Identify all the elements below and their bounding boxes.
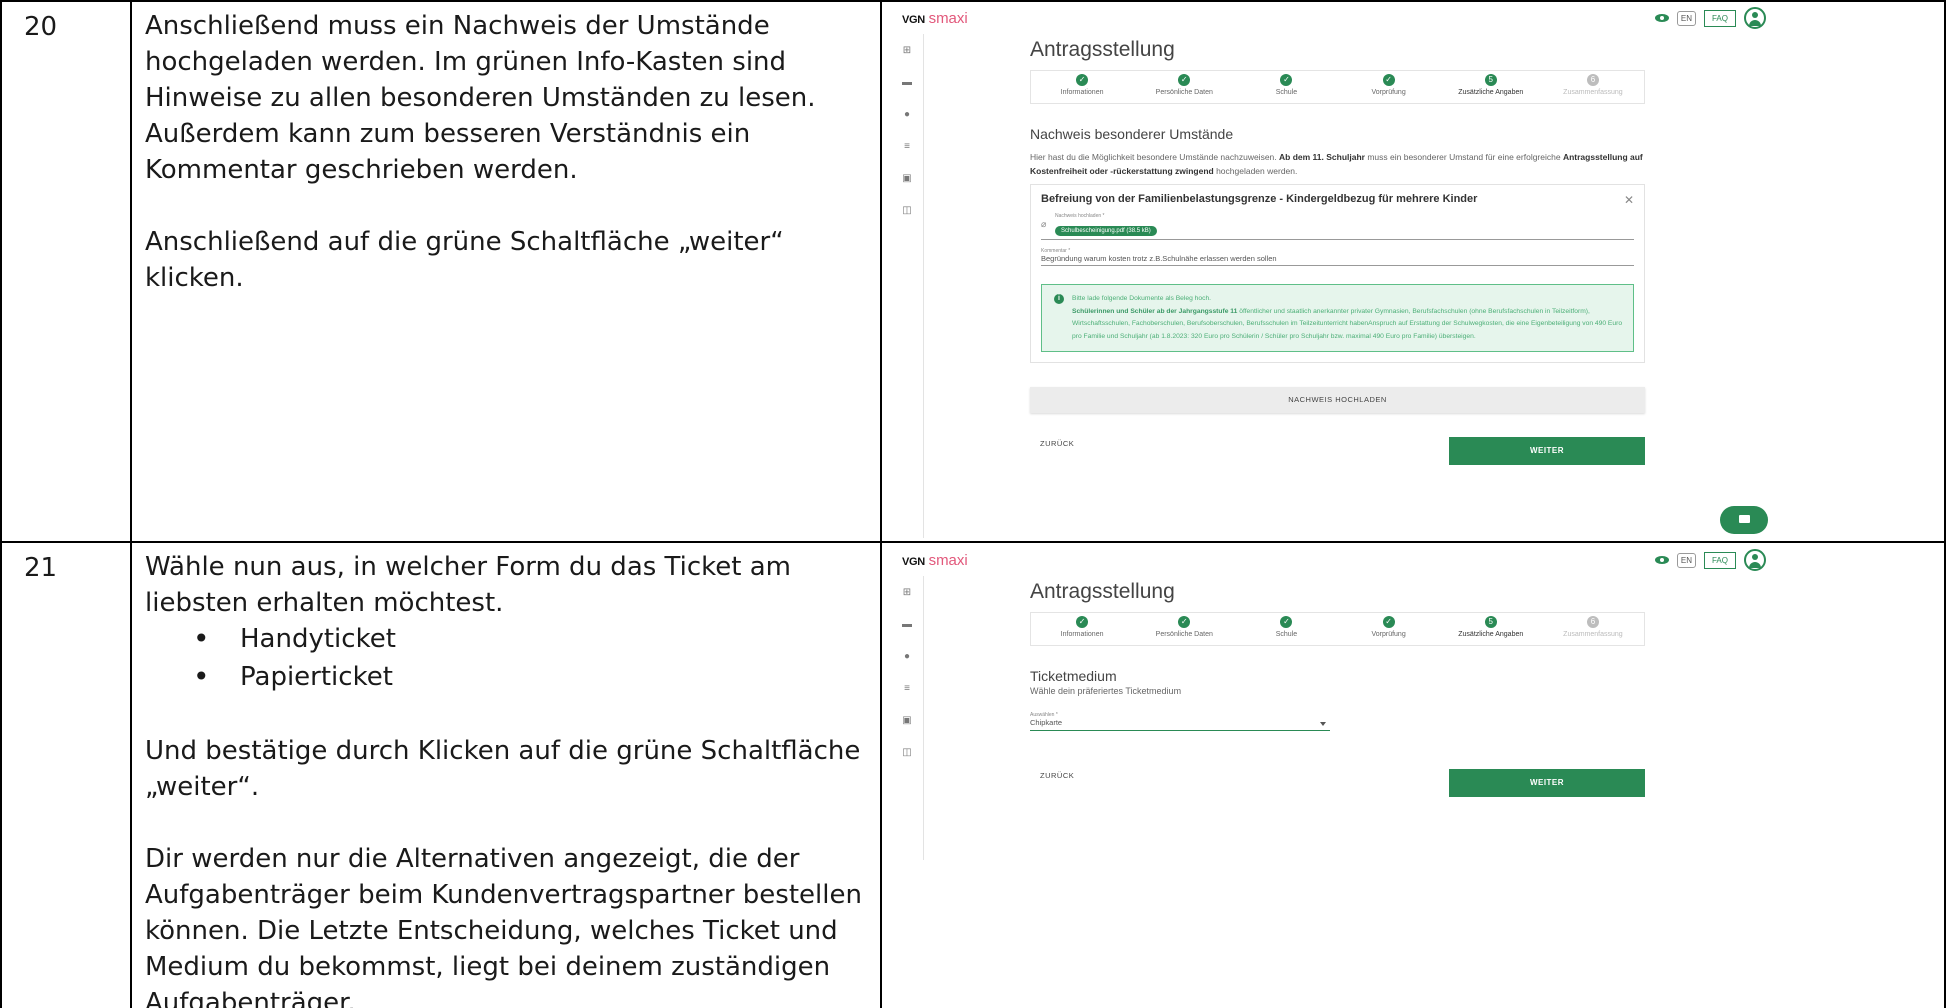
main-content: Antragsstellung ✓ Informationen ✓ Persönli… (1030, 576, 1645, 797)
close-icon[interactable]: ✕ (1624, 193, 1634, 207)
brand-logo: VGN smaxi (902, 552, 968, 569)
ticket-medium-select[interactable]: Auswählen * Chipkarte (1030, 712, 1330, 731)
faq-button[interactable]: FAQ (1703, 9, 1736, 27)
header-actions: EN FAQ (1654, 7, 1766, 29)
chat-icon[interactable]: ◫ (890, 194, 924, 226)
paperclip-icon: ⌀ (1041, 219, 1047, 229)
step-zusaetzliche-angaben[interactable]: 5 Zusätzliche Angaben (1440, 71, 1542, 103)
language-button[interactable]: EN (1676, 552, 1696, 568)
upload-proof-button[interactable]: NACHWEIS HOCHLADEN (1030, 387, 1645, 413)
step-informationen[interactable]: ✓ Informationen (1031, 71, 1133, 103)
dashboard-icon[interactable]: ⊞ (890, 34, 924, 66)
section-subtitle: Wähle dein präferiertes Ticketmedium (1030, 686, 1182, 696)
card-title: Befreiung von der Familienbelastungsgren… (1041, 193, 1478, 205)
back-button[interactable]: ZURÜCK (1040, 771, 1074, 780)
bullet-item: Papierticket (145, 659, 865, 697)
person-icon[interactable]: ● (890, 98, 924, 130)
instruction-paragraph: Anschließend muss ein Nachweis der Umstä… (145, 11, 816, 185)
step-zusammenfassung: 6 Zusammenfassung (1563, 74, 1623, 96)
circumstance-card: Befreiung von der Familienbelastungsgren… (1030, 184, 1645, 363)
instruction-text: Wähle nun aus, in welcher Form du das Ti… (145, 549, 865, 1008)
eye-icon[interactable] (1654, 13, 1669, 23)
back-button[interactable]: ZURÜCK (1040, 439, 1074, 448)
page-title: Antragsstellung (1030, 38, 1175, 61)
bullet-list: Handyticket Papierticket (145, 621, 865, 697)
step-schule[interactable]: ✓ Schule (1235, 613, 1337, 645)
step-zusammenfassung: 6 Zusammenfassung (1563, 616, 1623, 638)
step-persoenliche-daten[interactable]: ✓ Persönliche Daten (1133, 71, 1235, 103)
form-navigation: ZURÜCK WEITER (1030, 769, 1645, 797)
screenshot-upload-proof: VGN smaxi EN FAQ ⊞ ▬ ● ≡ ▣ ◫ Antragsstel… (890, 4, 1770, 538)
person-list-icon[interactable]: ≡ (890, 130, 924, 162)
bullet-item: Handyticket (145, 621, 865, 659)
dashboard-icon[interactable]: ⊞ (890, 576, 924, 608)
next-button[interactable]: WEITER (1449, 769, 1645, 797)
instruction-paragraph: Wähle nun aus, in welcher Form du das Ti… (145, 552, 792, 618)
document-icon[interactable]: ▣ (890, 704, 924, 736)
screenshot-ticket-medium: VGN smaxi EN FAQ ⊞ ▬ ● ≡ ▣ ◫ Antragsstel… (890, 546, 1770, 860)
chevron-down-icon (1320, 722, 1326, 726)
upload-field[interactable]: ⌀ Nachweis hochladen * Schulbescheinigun… (1041, 213, 1634, 240)
brand-logo: VGN smaxi (902, 10, 968, 27)
section-title: Ticketmedium (1030, 668, 1117, 684)
instruction-paragraph: Und bestätige durch Klicken auf die grün… (145, 736, 861, 802)
instruction-paragraph: Anschließend auf die grüne Schaltfläche … (145, 227, 784, 293)
user-avatar-icon[interactable] (1744, 549, 1766, 571)
sidebar: ⊞ ▬ ● ≡ ▣ ◫ (890, 34, 924, 538)
stepper: ✓ Informationen ✓ Persönliche Daten ✓ Schul… (1030, 612, 1645, 646)
sidebar: ⊞ ▬ ● ≡ ▣ ◫ (890, 576, 924, 860)
main-content: Antragsstellung ✓ Informationen ✓ Persönli… (1030, 34, 1645, 465)
user-avatar-icon[interactable] (1744, 7, 1766, 29)
info-box: i Bitte lade folgende Dokumente als Bele… (1041, 284, 1634, 352)
row-number: 20 (24, 12, 58, 42)
faq-button[interactable]: FAQ (1703, 551, 1736, 569)
section-title: Nachweis besonderer Umstände (1030, 126, 1234, 142)
step-vorpruefung[interactable]: ✓ Vorprüfung (1338, 71, 1440, 103)
language-button[interactable]: EN (1676, 10, 1696, 26)
comment-field[interactable]: Kommentar * Begründung warum kosten trot… (1041, 248, 1634, 266)
page-title: Antragsstellung (1030, 580, 1175, 603)
step-schule[interactable]: ✓ Schule (1235, 71, 1337, 103)
instruction-paragraph: Dir werden nur die Alternativen angezeig… (145, 844, 862, 1008)
table-border (0, 0, 2, 1008)
step-zusaetzliche-angaben[interactable]: 5 Zusätzliche Angaben (1440, 613, 1542, 645)
step-persoenliche-daten[interactable]: ✓ Persönliche Daten (1133, 613, 1235, 645)
next-button[interactable]: WEITER (1449, 437, 1645, 465)
person-icon[interactable]: ● (890, 640, 924, 672)
folder-icon[interactable]: ▬ (890, 66, 924, 98)
section-description: Hier hast du die Möglichkeit besondere U… (1030, 152, 1643, 176)
step-informationen[interactable]: ✓ Informationen (1031, 613, 1133, 645)
person-list-icon[interactable]: ≡ (890, 672, 924, 704)
chat-fab-icon[interactable] (1720, 506, 1768, 534)
document-icon[interactable]: ▣ (890, 162, 924, 194)
chat-icon[interactable]: ◫ (890, 736, 924, 768)
stepper: ✓ Informationen ✓ Persönliche Daten ✓ Schul… (1030, 70, 1645, 104)
info-icon: i (1054, 294, 1064, 304)
step-vorpruefung[interactable]: ✓ Vorprüfung (1338, 613, 1440, 645)
eye-icon[interactable] (1654, 555, 1669, 565)
table-border (130, 0, 132, 1008)
header-actions: EN FAQ (1654, 549, 1766, 571)
form-navigation: ZURÜCK WEITER (1030, 437, 1645, 465)
table-border (880, 0, 882, 1008)
instruction-text: Anschließend muss ein Nachweis der Umstä… (145, 8, 865, 332)
folder-icon[interactable]: ▬ (890, 608, 924, 640)
row-number: 21 (24, 553, 58, 583)
file-chip[interactable]: Schulbescheinigung.pdf (38.5 kB) (1055, 226, 1157, 236)
